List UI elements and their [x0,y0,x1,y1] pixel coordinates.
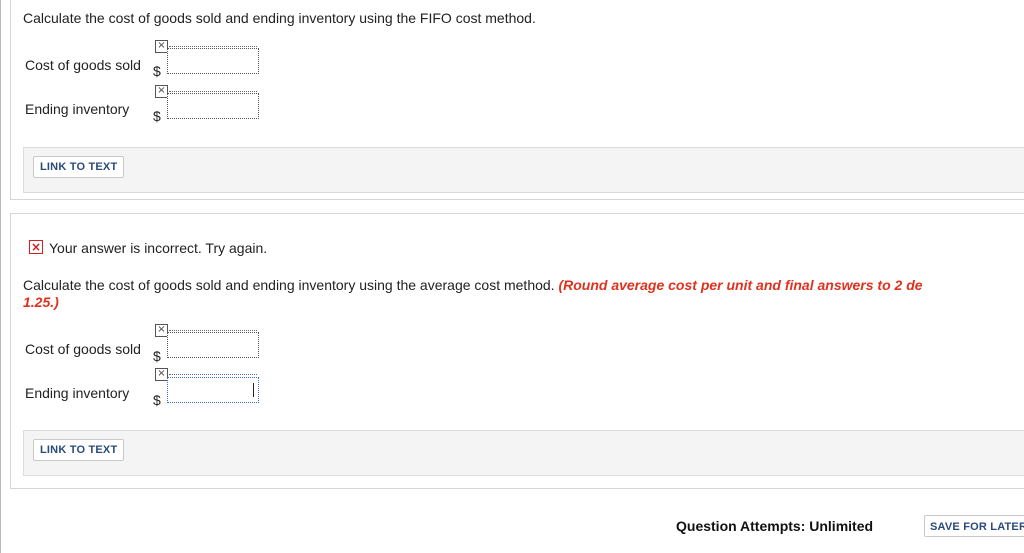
fifo-ending-input[interactable] [167,93,259,119]
fifo-cogs-label: Cost of goods sold [25,57,141,73]
fifo-question-text: Calculate the cost of goods sold and end… [23,10,536,26]
fifo-link-to-text-button[interactable]: LINK TO TEXT [33,156,125,178]
average-question-section: × Your answer is incorrect. Try again. C… [10,213,1024,489]
average-question-hint: (Round average cost per unit and final a… [558,277,923,293]
average-question-text: Calculate the cost of goods sold and end… [23,277,923,294]
incorrect-feedback: Your answer is incorrect. Try again. [49,240,268,256]
dotted-guide [169,46,257,47]
average-cogs-dollar: $ [153,348,161,364]
fifo-cogs-input[interactable] [167,48,259,74]
save-for-later-button[interactable]: SAVE FOR LATER [924,515,1024,537]
dotted-guide [169,91,257,92]
average-ending-label: Ending inventory [25,385,130,401]
fifo-link-panel: LINK TO TEXT [23,147,1024,193]
average-ending-input[interactable] [167,377,259,403]
fifo-ending-dollar: $ [153,108,161,124]
dotted-guide [169,374,257,375]
fifo-question-section: Calculate the cost of goods sold and end… [10,0,1024,200]
average-link-panel: LINK TO TEXT [23,430,1024,476]
question-attempts: Question Attempts: Unlimited [676,518,874,534]
fifo-ending-label: Ending inventory [25,101,130,117]
average-ending-dollar: $ [153,392,161,408]
left-border [0,0,1,553]
average-link-to-text-button[interactable]: LINK TO TEXT [33,439,125,461]
average-question-hint-continued: 1.25.) [23,294,59,310]
average-cogs-label: Cost of goods sold [25,341,141,357]
dotted-guide [169,330,257,331]
text-caret [253,383,254,397]
average-cogs-input[interactable] [167,332,259,358]
fifo-cogs-dollar: $ [153,63,161,79]
average-question-main: Calculate the cost of goods sold and end… [23,277,555,293]
incorrect-icon: × [29,240,43,254]
